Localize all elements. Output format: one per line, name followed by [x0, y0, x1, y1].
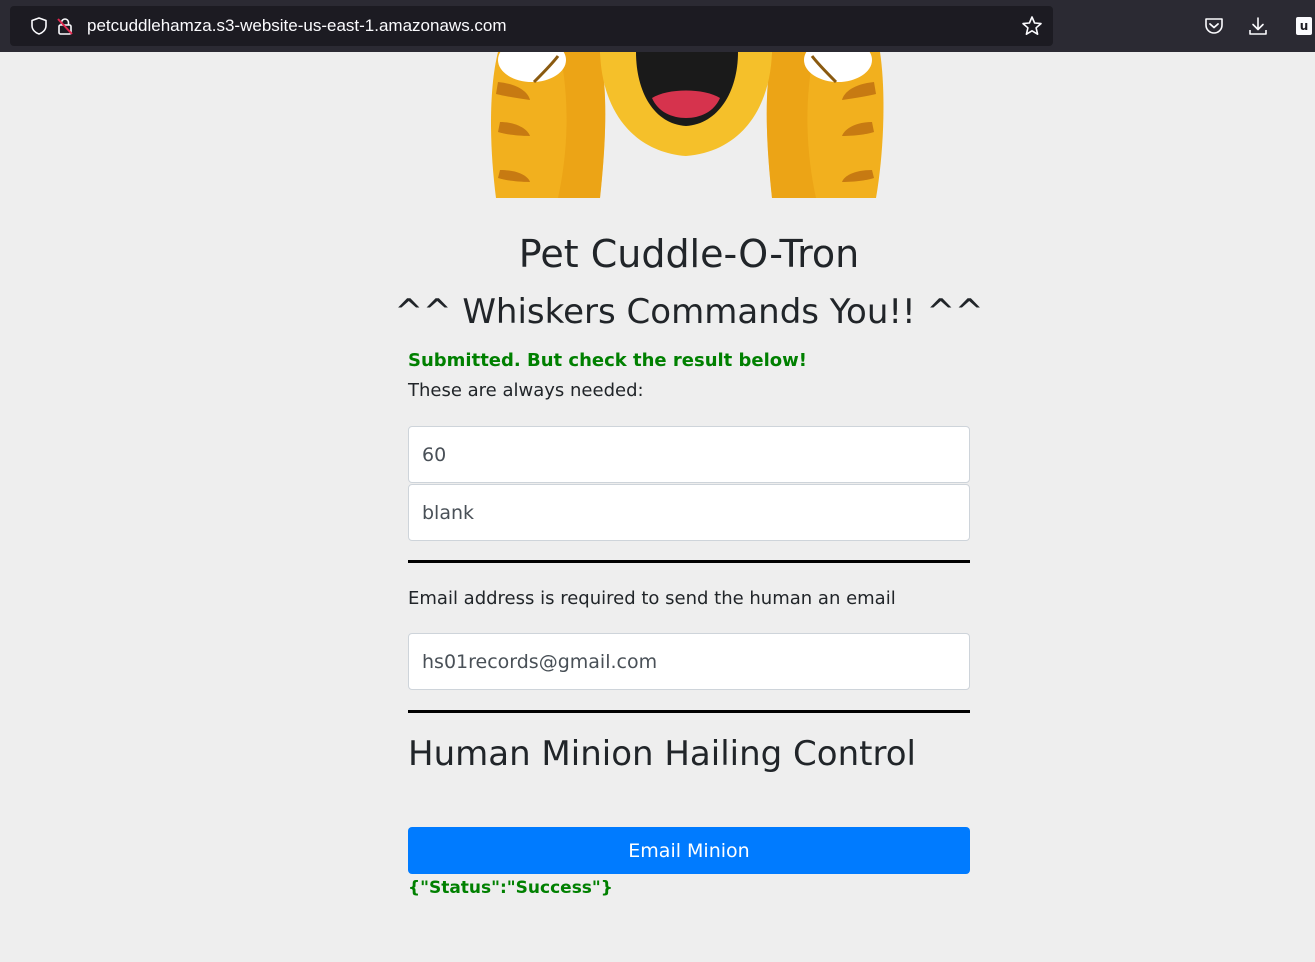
bookmark-star-icon[interactable]: [1021, 15, 1043, 37]
submit-message: Submitted. But check the result below!: [408, 350, 808, 371]
message-input[interactable]: [408, 484, 970, 541]
always-needed-label: These are always needed:: [408, 380, 644, 401]
address-bar[interactable]: petcuddlehamza.s3-website-us-east-1.amaz…: [10, 6, 1053, 46]
email-minion-button[interactable]: Email Minion: [408, 827, 970, 874]
result-status: {"Status":"Success"}: [408, 878, 613, 898]
browser-toolbar: petcuddlehamza.s3-website-us-east-1.amaz…: [0, 0, 1315, 52]
email-input[interactable]: [408, 633, 970, 690]
page-title: Pet Cuddle-O-Tron: [518, 232, 860, 276]
cat-face-icon: [491, 52, 884, 198]
download-icon[interactable]: [1247, 15, 1269, 37]
url-text[interactable]: petcuddlehamza.s3-website-us-east-1.amaz…: [87, 16, 507, 36]
email-label: Email address is required to send the hu…: [408, 588, 896, 609]
lock-warning-icon[interactable]: [55, 16, 75, 36]
divider: [408, 560, 970, 563]
shield-icon[interactable]: [30, 17, 48, 35]
extension-icon[interactable]: u: [1296, 17, 1312, 35]
wait-seconds-input[interactable]: [408, 426, 970, 483]
pocket-icon[interactable]: [1203, 15, 1225, 37]
page-subtitle: ^^ Whiskers Commands You!! ^^: [394, 292, 984, 332]
section-title: Human Minion Hailing Control: [408, 734, 916, 774]
divider: [408, 710, 970, 713]
